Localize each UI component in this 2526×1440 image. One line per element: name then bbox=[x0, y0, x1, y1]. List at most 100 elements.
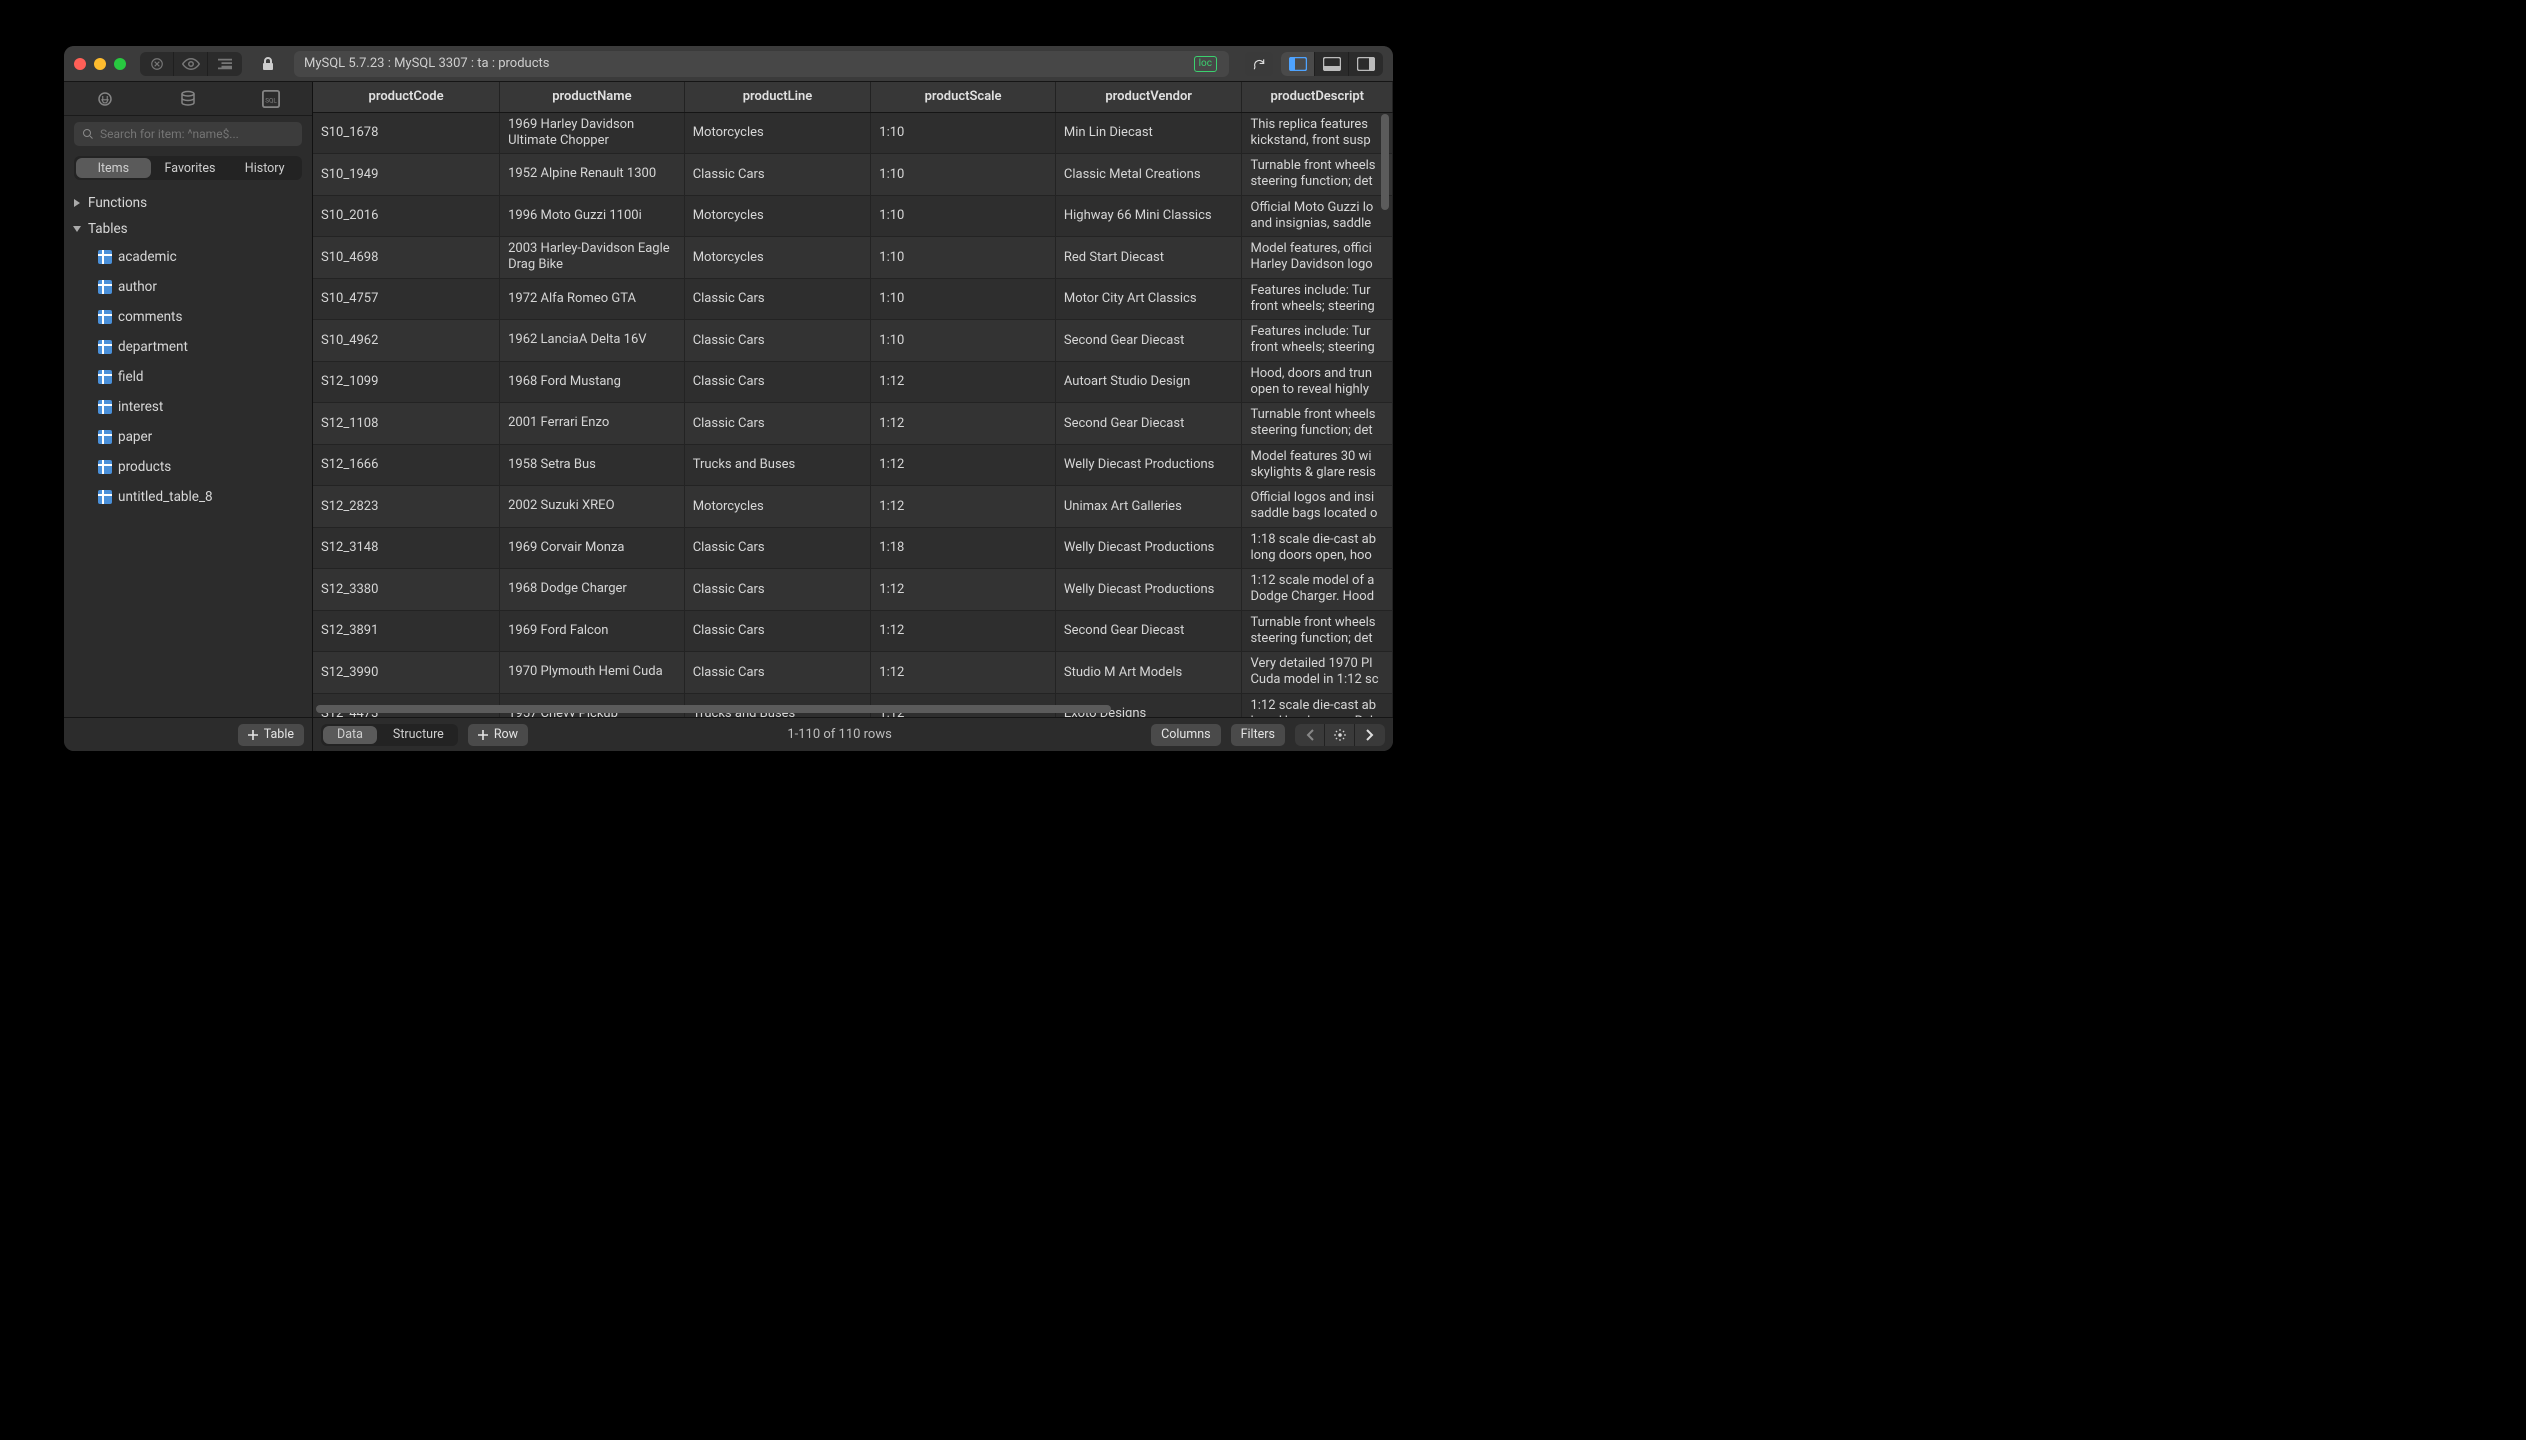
sidebar-table-author[interactable]: author bbox=[64, 272, 312, 302]
col-header-productDescription[interactable]: productDescript bbox=[1242, 82, 1393, 112]
cell-productDescription[interactable]: 1:18 scale die-cast ab long doors open, … bbox=[1242, 527, 1393, 569]
cell-productLine[interactable]: Classic Cars bbox=[684, 610, 871, 652]
columns-button[interactable]: Columns bbox=[1151, 724, 1221, 746]
cell-productName[interactable]: 2001 Ferrari Enzo bbox=[500, 403, 685, 445]
cell-productCode[interactable]: S12_3990 bbox=[313, 652, 500, 694]
cell-productName[interactable]: 1969 Ford Falcon bbox=[500, 610, 685, 652]
table-row[interactable]: S10_46982003 Harley-Davidson Eagle Drag … bbox=[313, 237, 1393, 279]
cell-productLine[interactable]: Classic Cars bbox=[684, 320, 871, 362]
cell-productName[interactable]: 2003 Harley-Davidson Eagle Drag Bike bbox=[500, 237, 685, 279]
cell-productName[interactable]: 1952 Alpine Renault 1300 bbox=[500, 154, 685, 196]
cell-productName[interactable]: 1996 Moto Guzzi 1100i bbox=[500, 195, 685, 237]
table-row[interactable]: S10_47571972 Alfa Romeo GTAClassic Cars1… bbox=[313, 278, 1393, 320]
cell-productScale[interactable]: 1:10 bbox=[871, 320, 1056, 362]
cell-productVendor[interactable]: Second Gear Diecast bbox=[1055, 403, 1242, 445]
mode-structure[interactable]: Structure bbox=[379, 724, 458, 746]
section-functions[interactable]: Functions bbox=[64, 190, 312, 216]
cell-productDescription[interactable]: Very detailed 1970 Pl Cuda model in 1:12… bbox=[1242, 652, 1393, 694]
cell-productVendor[interactable]: Unimax Art Galleries bbox=[1055, 486, 1242, 528]
connection-path[interactable]: MySQL 5.7.23 : MySQL 3307 : ta : product… bbox=[294, 51, 1229, 77]
table-row[interactable]: S10_20161996 Moto Guzzi 1100iMotorcycles… bbox=[313, 195, 1393, 237]
table-row[interactable]: S12_31481969 Corvair MonzaClassic Cars1:… bbox=[313, 527, 1393, 569]
cell-productCode[interactable]: S10_4962 bbox=[313, 320, 500, 362]
cell-productScale[interactable]: 1:10 bbox=[871, 278, 1056, 320]
cell-productLine[interactable]: Motorcycles bbox=[684, 237, 871, 279]
sidebar-table-academic[interactable]: academic bbox=[64, 242, 312, 272]
cell-productVendor[interactable]: Autoart Studio Design bbox=[1055, 361, 1242, 403]
cell-productLine[interactable]: Classic Cars bbox=[684, 278, 871, 320]
cell-productDescription[interactable]: Turnable front wheels steering function;… bbox=[1242, 154, 1393, 196]
connection-tab[interactable] bbox=[96, 90, 114, 108]
scroll-thumb[interactable] bbox=[1381, 114, 1389, 210]
cell-productVendor[interactable]: Welly Diecast Productions bbox=[1055, 527, 1242, 569]
cell-productName[interactable]: 1958 Setra Bus bbox=[500, 444, 685, 486]
sidebar-table-comments[interactable]: comments bbox=[64, 302, 312, 332]
table-row[interactable]: S12_38911969 Ford FalconClassic Cars1:12… bbox=[313, 610, 1393, 652]
cell-productLine[interactable]: Classic Cars bbox=[684, 403, 871, 445]
cell-productName[interactable]: 1968 Ford Mustang bbox=[500, 361, 685, 403]
cell-productScale[interactable]: 1:10 bbox=[871, 237, 1056, 279]
layout-right-panel[interactable] bbox=[1349, 52, 1383, 76]
cell-productVendor[interactable]: Studio M Art Models bbox=[1055, 652, 1242, 694]
cell-productScale[interactable]: 1:18 bbox=[871, 527, 1056, 569]
scroll-thumb[interactable] bbox=[316, 705, 1111, 713]
cell-productCode[interactable]: S10_2016 bbox=[313, 195, 500, 237]
add-table-button[interactable]: Table bbox=[238, 724, 304, 746]
sidebar-table-untitled_table_8[interactable]: untitled_table_8 bbox=[64, 482, 312, 512]
horizontal-scrollbar[interactable] bbox=[316, 705, 1390, 713]
cell-productDescription[interactable]: Model features 30 wi skylights & glare r… bbox=[1242, 444, 1393, 486]
close-window-button[interactable] bbox=[74, 58, 86, 70]
sidebar-table-department[interactable]: department bbox=[64, 332, 312, 362]
cell-productVendor[interactable]: Second Gear Diecast bbox=[1055, 320, 1242, 362]
cell-productLine[interactable]: Motorcycles bbox=[684, 486, 871, 528]
filters-button[interactable]: Filters bbox=[1231, 724, 1285, 746]
table-row[interactable]: S12_10991968 Ford MustangClassic Cars1:1… bbox=[313, 361, 1393, 403]
cell-productScale[interactable]: 1:12 bbox=[871, 569, 1056, 611]
sidebar-search-input[interactable] bbox=[100, 127, 294, 141]
cell-productName[interactable]: 1969 Harley Davidson Ultimate Chopper bbox=[500, 112, 685, 154]
col-header-productVendor[interactable]: productVendor bbox=[1055, 82, 1242, 112]
layout-bottom-panel[interactable] bbox=[1315, 52, 1349, 76]
cell-productCode[interactable]: S12_1108 bbox=[313, 403, 500, 445]
readonly-lock[interactable] bbox=[254, 52, 282, 76]
cell-productLine[interactable]: Classic Cars bbox=[684, 652, 871, 694]
cell-productLine[interactable]: Classic Cars bbox=[684, 361, 871, 403]
table-row[interactable]: S12_16661958 Setra BusTrucks and Buses1:… bbox=[313, 444, 1393, 486]
cell-productDescription[interactable]: 1:12 scale model of a Dodge Charger. Hoo… bbox=[1242, 569, 1393, 611]
cell-productScale[interactable]: 1:10 bbox=[871, 154, 1056, 196]
cell-productVendor[interactable]: Welly Diecast Productions bbox=[1055, 569, 1242, 611]
cell-productCode[interactable]: S10_4698 bbox=[313, 237, 500, 279]
cell-productVendor[interactable]: Min Lin Diecast bbox=[1055, 112, 1242, 154]
vertical-scrollbar[interactable] bbox=[1381, 114, 1389, 674]
cell-productScale[interactable]: 1:12 bbox=[871, 610, 1056, 652]
table-row[interactable]: S12_28232002 Suzuki XREOMotorcycles1:12U… bbox=[313, 486, 1393, 528]
cell-productLine[interactable]: Trucks and Buses bbox=[684, 444, 871, 486]
cell-productVendor[interactable]: Welly Diecast Productions bbox=[1055, 444, 1242, 486]
cell-productName[interactable]: 1962 LanciaA Delta 16V bbox=[500, 320, 685, 362]
cell-productDescription[interactable]: Features include: Tur front wheels; stee… bbox=[1242, 278, 1393, 320]
cell-productScale[interactable]: 1:12 bbox=[871, 652, 1056, 694]
next-page[interactable] bbox=[1355, 724, 1385, 746]
cell-productScale[interactable]: 1:12 bbox=[871, 444, 1056, 486]
tab-favorites[interactable]: Favorites bbox=[153, 156, 228, 180]
cell-productName[interactable]: 1968 Dodge Charger bbox=[500, 569, 685, 611]
cell-productVendor[interactable]: Classic Metal Creations bbox=[1055, 154, 1242, 196]
add-row-button[interactable]: Row bbox=[468, 724, 528, 746]
view-toggle-button[interactable] bbox=[174, 52, 208, 76]
table-row[interactable]: S10_49621962 LanciaA Delta 16VClassic Ca… bbox=[313, 320, 1393, 362]
sidebar-table-products[interactable]: products bbox=[64, 452, 312, 482]
refresh-button[interactable] bbox=[1245, 52, 1273, 76]
section-tables[interactable]: Tables bbox=[64, 216, 312, 242]
cell-productDescription[interactable]: This replica features kickstand, front s… bbox=[1242, 112, 1393, 154]
cell-productDescription[interactable]: Turnable front wheels steering function;… bbox=[1242, 610, 1393, 652]
format-button[interactable] bbox=[208, 52, 242, 76]
cell-productScale[interactable]: 1:10 bbox=[871, 112, 1056, 154]
cell-productCode[interactable]: S12_2823 bbox=[313, 486, 500, 528]
sidebar-table-field[interactable]: field bbox=[64, 362, 312, 392]
tab-history[interactable]: History bbox=[227, 156, 302, 180]
cell-productName[interactable]: 1970 Plymouth Hemi Cuda bbox=[500, 652, 685, 694]
cell-productVendor[interactable]: Red Start Diecast bbox=[1055, 237, 1242, 279]
cell-productScale[interactable]: 1:12 bbox=[871, 486, 1056, 528]
col-header-productLine[interactable]: productLine bbox=[684, 82, 871, 112]
col-header-productScale[interactable]: productScale bbox=[871, 82, 1056, 112]
